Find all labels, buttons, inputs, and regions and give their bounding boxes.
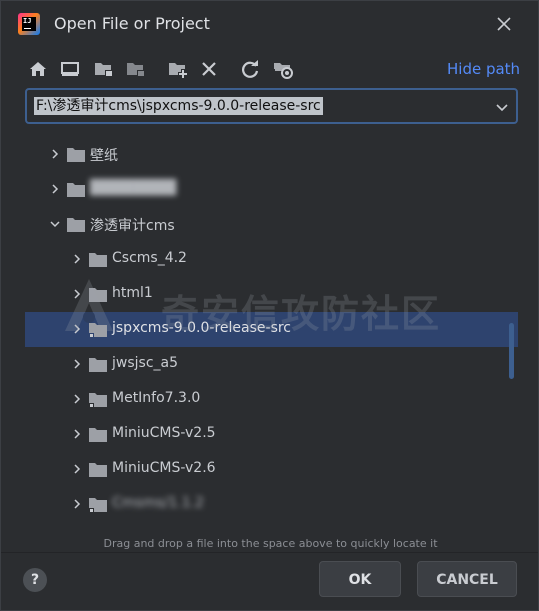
- folder-icon: [67, 148, 85, 162]
- folder-icon: [89, 428, 107, 442]
- app-icon-text: IJ: [23, 17, 32, 25]
- project-directory-button[interactable]: [93, 58, 115, 80]
- path-combobox[interactable]: F:\渗透审计cms\jspxcms-9.0.0-release-src: [25, 88, 518, 124]
- tree-row[interactable]: jwsjsc_a5: [25, 347, 518, 382]
- tree-item-label: MiniuCMS-v2.5: [112, 425, 216, 441]
- watermark-logo-icon: [65, 279, 113, 331]
- project-folder-icon: [95, 63, 113, 77]
- tree-item-label: 渗透审计cms: [90, 218, 175, 234]
- show-hidden-icon: [274, 63, 293, 79]
- new-folder-button[interactable]: [167, 58, 189, 80]
- module-folder-icon: [127, 63, 145, 77]
- new-folder-icon: [169, 63, 188, 79]
- tree-item-label: Cscms_4.2: [112, 250, 187, 266]
- tree-item-label: Cmsms/1.1.2: [112, 495, 204, 511]
- tree-row[interactable]: 壁纸: [25, 137, 518, 172]
- chevron-right-icon[interactable]: [71, 393, 83, 405]
- dialog-title: Open File or Project: [54, 14, 210, 33]
- tree-row[interactable]: MiniuCMS-v2.6: [25, 452, 518, 487]
- tree-row[interactable]: Cmsms/1.1.2: [25, 487, 518, 522]
- tree-row[interactable]: ████████: [25, 172, 518, 207]
- folder-icon: [67, 218, 85, 232]
- home-icon: [30, 62, 46, 76]
- hide-path-link[interactable]: Hide path: [447, 60, 520, 78]
- chevron-right-icon[interactable]: [71, 253, 83, 265]
- path-history-dropdown[interactable]: [495, 99, 509, 113]
- tree-item-label: jwsjsc_a5: [112, 355, 179, 371]
- ok-button[interactable]: OK: [319, 561, 401, 597]
- tree-item-label: MiniuCMS-v2.6: [112, 460, 216, 476]
- tree-row[interactable]: Cscms_4.2: [25, 242, 518, 277]
- close-icon: [497, 17, 511, 31]
- tree-item-label: MetInfo7.3.0: [112, 390, 201, 406]
- delete-icon: [202, 62, 216, 76]
- chevron-right-icon[interactable]: [71, 358, 83, 370]
- folder-icon: [67, 183, 85, 197]
- delete-button[interactable]: [198, 58, 220, 80]
- home-button[interactable]: [27, 58, 49, 80]
- tree-row[interactable]: 渗透审计cms: [25, 207, 518, 242]
- title-bar: IJ Open File or Project: [1, 1, 538, 47]
- folder-icon: [89, 358, 107, 372]
- refresh-button[interactable]: [239, 58, 261, 80]
- tree-row[interactable]: MiniuCMS-v2.5: [25, 417, 518, 452]
- chevron-right-icon[interactable]: [71, 428, 83, 440]
- chevron-right-icon[interactable]: [71, 463, 83, 475]
- project-folder-icon: [89, 498, 107, 512]
- project-folder-icon: [89, 393, 107, 407]
- watermark: 奇安信攻防社区: [63, 273, 483, 337]
- chevron-down-icon: [496, 104, 508, 112]
- chevron-right-icon[interactable]: [71, 498, 83, 510]
- chevron-right-icon[interactable]: [49, 148, 61, 160]
- folder-icon: [89, 253, 107, 267]
- cancel-button[interactable]: CANCEL: [417, 561, 517, 597]
- tree-item-label: 壁纸: [90, 148, 118, 164]
- chevron-right-icon[interactable]: [49, 183, 61, 195]
- tree-row[interactable]: MetInfo7.3.0: [25, 382, 518, 417]
- refresh-icon: [242, 60, 259, 78]
- watermark-text: 奇安信攻防社区: [161, 292, 442, 336]
- desktop-icon: [61, 62, 79, 76]
- module-directory-button[interactable]: [125, 58, 147, 80]
- intellij-app-icon: IJ: [18, 13, 40, 35]
- chevron-down-icon[interactable]: [49, 218, 61, 230]
- show-hidden-files-button[interactable]: [272, 58, 294, 80]
- tree-scrollbar-thumb[interactable]: [509, 323, 514, 379]
- footer-divider: [1, 552, 538, 553]
- open-file-dialog: IJ Open File or Project Hide path F:\渗透审…: [0, 0, 539, 611]
- help-button[interactable]: ?: [23, 568, 47, 592]
- tree-item-label: ████████: [90, 180, 177, 196]
- desktop-button[interactable]: [59, 58, 81, 80]
- folder-icon: [89, 463, 107, 477]
- path-input[interactable]: F:\渗透审计cms\jspxcms-9.0.0-release-src: [34, 97, 323, 115]
- drag-drop-hint: Drag and drop a file into the space abov…: [103, 537, 438, 550]
- close-button[interactable]: [492, 12, 516, 36]
